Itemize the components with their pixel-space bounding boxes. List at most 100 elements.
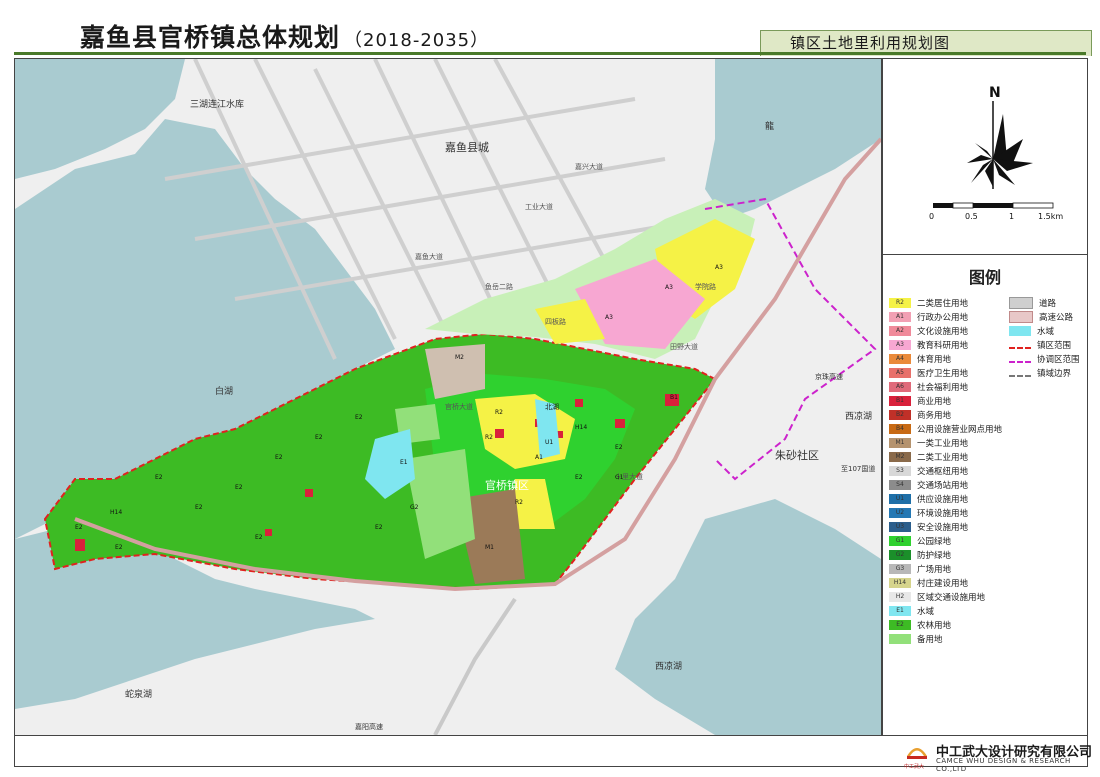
legend-item: 镇域边界 [1009, 367, 1072, 379]
wind-rose-icon [967, 114, 1033, 187]
legend-item: S4 交通场站用地 [889, 479, 968, 491]
label-north-lake: 北湖 [545, 402, 559, 411]
parcel-code: H14 [575, 424, 587, 431]
legend-title: 图例 [968, 268, 1001, 287]
label-town-center: 官桥镇区 [485, 478, 529, 492]
label-long: 龍 [765, 120, 774, 132]
parcel-code: E2 [255, 534, 263, 541]
legend-label: 环境设施用地 [917, 509, 969, 519]
legend-item: 高速公路 [1009, 311, 1073, 323]
legend-swatch: A1 [889, 312, 911, 322]
legend-label: 文化设施用地 [917, 327, 969, 337]
legend-item: 备用地 [889, 633, 943, 645]
parcel-code: U1 [545, 439, 553, 446]
legend-item: A6 社会福利用地 [889, 381, 969, 393]
legend-item: G2 防护绿地 [889, 549, 952, 561]
legend-item: A2 文化设施用地 [889, 325, 969, 337]
legend-swatch: H14 [889, 578, 911, 588]
legend-swatch: A5 [889, 368, 911, 378]
legend-item: U1 供应设施用地 [889, 493, 969, 505]
legend-swatch: U3 [889, 522, 911, 532]
legend-item: R2 二类居住用地 [889, 297, 968, 309]
legend-item: A1 行政办公用地 [889, 311, 968, 323]
legend-item: M2 二类工业用地 [889, 451, 968, 463]
parcel-code: R2 [515, 499, 523, 506]
compass-rose: N 0 0.5 1 1.5km [929, 85, 1063, 221]
legend-swatch [1009, 374, 1031, 377]
scale-tick-2: 1 [1009, 212, 1014, 221]
legend-swatch: G3 [889, 564, 911, 574]
road-label-2: 工业大道 [525, 202, 553, 211]
legend-label: 安全设施用地 [917, 523, 969, 533]
road-label-9: 四板路 [545, 317, 566, 326]
parcel-code: E2 [75, 524, 83, 531]
parcel-code: E2 [355, 414, 363, 421]
parcel-code: E1 [400, 459, 408, 466]
legend-item: 镇区范围 [1009, 339, 1072, 351]
legend-label: 镇区范围 [1037, 341, 1072, 351]
parcel-code: H14 [110, 509, 122, 516]
parcel-code: G2 [410, 504, 419, 511]
legend-item: B4 公用设施营业网点用地 [889, 423, 1003, 435]
parcel-code: E2 [575, 474, 583, 481]
legend-item: A4 体育用地 [889, 353, 952, 365]
parcel-code: G1 [615, 474, 624, 481]
parcel-code: E2 [275, 454, 283, 461]
legend-label: 社会福利用地 [917, 383, 969, 393]
parcel-code: E2 [315, 434, 323, 441]
legend-item: A3 教育科研用地 [889, 339, 968, 351]
parcel-code: E2 [615, 444, 623, 451]
legend-item: E2 农林用地 [889, 619, 951, 631]
parcel-code: R2 [485, 434, 493, 441]
legend-label: 一类工业用地 [917, 439, 969, 449]
road-label-5: 学院路 [695, 282, 716, 291]
legend-label: 广场用地 [917, 565, 952, 575]
scale-tick-0: 0 [929, 212, 934, 221]
label-national-road: 京珠高速 [815, 372, 843, 381]
legend-swatch: A6 [889, 382, 911, 392]
title-text: 嘉鱼县官桥镇总体规划 [80, 23, 341, 52]
legend-label: 防护绿地 [917, 551, 952, 561]
legend-swatch: B1 [889, 396, 911, 406]
legend-swatch: R2 [889, 298, 911, 308]
legend-label: 镇域边界 [1037, 369, 1072, 379]
map-subtitle: 镇区土地里利用规划图 [790, 34, 951, 52]
parcel-code: A1 [535, 454, 543, 461]
label-xiliang-1: 西凉湖 [845, 410, 872, 422]
legend-swatch: H2 [889, 592, 911, 602]
legend-swatch: E1 [889, 606, 911, 616]
legend-label: 体育用地 [917, 355, 952, 365]
legend-swatch: G1 [889, 536, 911, 546]
label-sheqian: 蛇泉湖 [125, 688, 152, 700]
legend-swatch: A4 [889, 354, 911, 364]
label-xiliang-2: 西凉湖 [655, 660, 682, 672]
legend-item: U3 安全设施用地 [889, 521, 969, 533]
legend-label: 公用设施营业网点用地 [917, 425, 1003, 435]
legend-item: U2 环境设施用地 [889, 507, 969, 519]
legend-item: E1 水域 [889, 605, 935, 617]
legend-label: 公园绿地 [917, 537, 952, 547]
parcel-code: E2 [235, 484, 243, 491]
north-label: N [989, 85, 1001, 101]
legend-swatch [1009, 360, 1031, 363]
legend-swatch: S3 [889, 466, 911, 476]
title-divider [14, 52, 1086, 55]
parcel-code: R2 [495, 409, 503, 416]
parcel-code: M2 [455, 354, 464, 361]
company-name-en: CAMCE WHU DESIGN & RESEARCH CO.,LTD [936, 757, 1071, 773]
legend-label: 商业用地 [917, 397, 952, 407]
legend-label: 供应设施用地 [917, 495, 969, 505]
legend-swatch: E2 [889, 620, 911, 630]
legend-swatch [1009, 297, 1033, 309]
legend-label: 交通枢纽用地 [917, 467, 969, 477]
legend-label: 道路 [1039, 299, 1057, 309]
parcel-code: E2 [115, 544, 123, 551]
legend-label: 水域 [917, 607, 935, 617]
legend-label: 水域 [1037, 327, 1055, 337]
legend-swatch: U2 [889, 508, 911, 518]
land-use-map: 三湖连江水库 嘉鱼县城 白湖 官桥镇区 朱砂社区 西凉湖 西凉湖 蛇泉湖 龍 北… [15, 59, 881, 735]
road-label-3: 嘉兴大道 [575, 162, 603, 171]
legend-swatch: B4 [889, 424, 911, 434]
parcel-code: B1 [670, 394, 678, 401]
title-years: （2018-2035） [344, 30, 490, 51]
